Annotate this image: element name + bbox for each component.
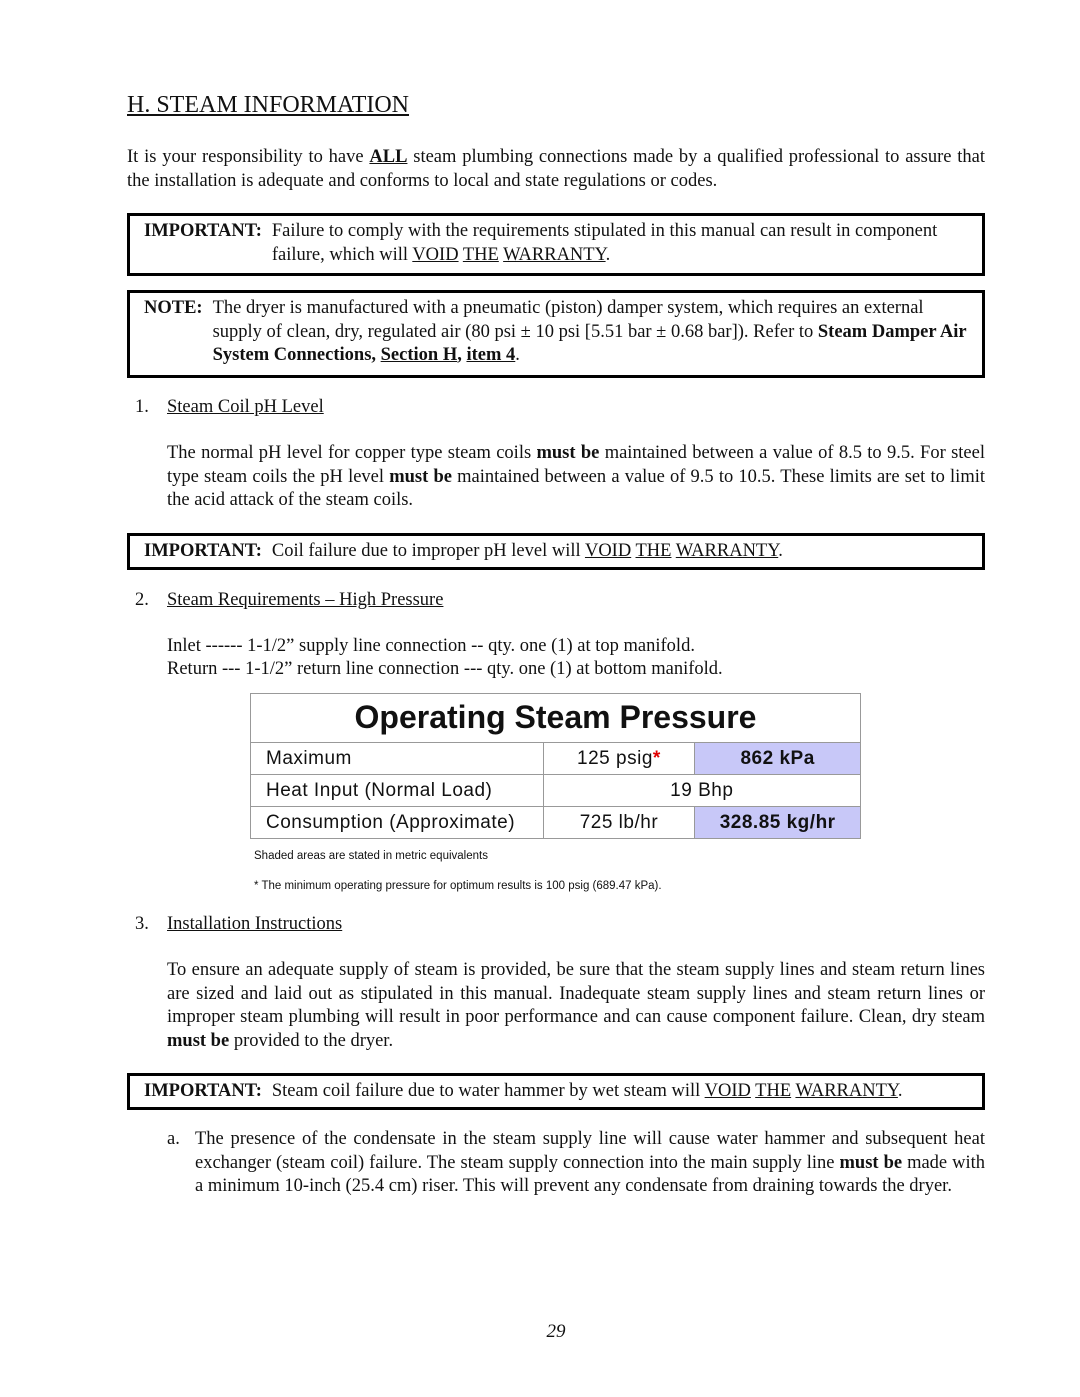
- text-segment: .: [605, 244, 611, 265]
- text-segment: ,: [371, 345, 381, 365]
- text-segment: .: [515, 345, 520, 365]
- page-number: 29: [546, 1321, 566, 1342]
- item-number: 3.: [135, 914, 149, 934]
- text-segment: Section H: [380, 345, 458, 365]
- table-note: Shaded areas are stated in metric equiva…: [254, 850, 488, 862]
- text-segment: VOID: [704, 1081, 751, 1101]
- text-segment: .: [778, 541, 783, 561]
- section-heading: H. STEAM INFORMATION: [127, 92, 410, 118]
- row-label: Heat Input (Normal Load): [250, 774, 544, 807]
- row-value: 19 Bhp: [542, 774, 862, 807]
- table-row: Consumption (Approximate) 725 lb/hr 328.…: [250, 806, 861, 839]
- text-segment: THE: [755, 1081, 792, 1101]
- subitem-letter: a.: [167, 1129, 180, 1149]
- text-segment: must be: [536, 443, 600, 463]
- text-segment: WARRANTY: [675, 541, 779, 561]
- text-segment: must be: [839, 1152, 903, 1173]
- important-text: Steam coil failure due to water hammer b…: [272, 1080, 970, 1103]
- text-segment: item 4: [466, 345, 516, 365]
- subitem-paragraph: The presence of the condensate in the st…: [195, 1128, 985, 1199]
- item-paragraph: To ensure an adequate supply of steam is…: [167, 959, 985, 1053]
- table-footnote: * The minimum operating pressure for opt…: [254, 880, 662, 892]
- text-segment: It is your responsibility to have: [127, 147, 370, 167]
- row-label: Consumption (Approximate): [250, 806, 544, 839]
- item-paragraph: The normal pH level for copper type stea…: [167, 442, 985, 513]
- return-line: Return --- 1-1/2” return line connection…: [167, 659, 723, 679]
- operating-steam-pressure-table: Operating Steam Pressure Maximum 125 psi…: [250, 693, 862, 839]
- text-segment: To ensure an adequate supply of steam is…: [167, 960, 985, 1027]
- row-label: Maximum: [250, 742, 544, 775]
- important-label: IMPORTANT:: [144, 541, 262, 561]
- text-segment: Steam coil failure due to water hammer b…: [271, 1081, 705, 1101]
- inlet-line: Inlet ------ 1-1/2” supply line connecti…: [167, 636, 695, 656]
- important-box-water-hammer: IMPORTANT: Steam coil failure due to wat…: [127, 1073, 985, 1110]
- note-label: NOTE:: [144, 298, 203, 318]
- important-label: IMPORTANT:: [144, 221, 262, 241]
- text-segment: WARRANTY: [795, 1081, 898, 1101]
- note-text: The dryer is manufactured with a pneumat…: [213, 297, 970, 371]
- asterisk: *: [652, 747, 661, 769]
- text-segment: VOID: [412, 244, 459, 265]
- row-metric: 862 kPa: [694, 742, 861, 775]
- row-value: 125 psig*: [542, 742, 696, 775]
- text-segment: .: [897, 1081, 903, 1101]
- text-segment: THE: [462, 244, 499, 265]
- row-metric: 328.85 kg/hr: [694, 806, 861, 839]
- item-title: Installation Instructions: [167, 914, 343, 934]
- important-label: IMPORTANT:: [144, 1081, 262, 1101]
- text-segment: WARRANTY: [503, 244, 606, 265]
- item-number: 1.: [135, 397, 149, 417]
- text-segment: must be: [167, 1030, 230, 1051]
- item-number: 2.: [135, 590, 149, 610]
- intro-paragraph: It is your responsibility to have ALL st…: [127, 146, 985, 193]
- text-segment: provided to the dryer.: [229, 1030, 394, 1051]
- text-segment: must be: [389, 466, 452, 487]
- text-segment: VOID: [584, 541, 632, 561]
- item-title: Steam Coil pH Level: [167, 397, 324, 417]
- important-box-warranty: IMPORTANT: Failure to comply with the re…: [127, 213, 985, 276]
- text-segment: THE: [635, 541, 672, 561]
- row-value: 725 lb/hr: [542, 806, 696, 839]
- important-text: Coil failure due to improper pH level wi…: [272, 540, 970, 563]
- item-title: Steam Requirements – High Pressure: [167, 590, 444, 610]
- important-text: Failure to comply with the requirements …: [272, 220, 970, 269]
- table-row: Heat Input (Normal Load) 19 Bhp: [250, 774, 862, 807]
- text-segment: The normal pH level for copper type stea…: [167, 443, 537, 463]
- text-segment: ALL: [369, 147, 408, 167]
- note-box: NOTE: The dryer is manufactured with a p…: [127, 290, 985, 378]
- important-box-ph: IMPORTANT: Coil failure due to improper …: [127, 533, 985, 570]
- table-row: Maximum 125 psig* 862 kPa: [250, 742, 861, 775]
- text-segment: Coil failure due to improper pH level wi…: [271, 541, 585, 561]
- table-title: Operating Steam Pressure: [250, 693, 861, 743]
